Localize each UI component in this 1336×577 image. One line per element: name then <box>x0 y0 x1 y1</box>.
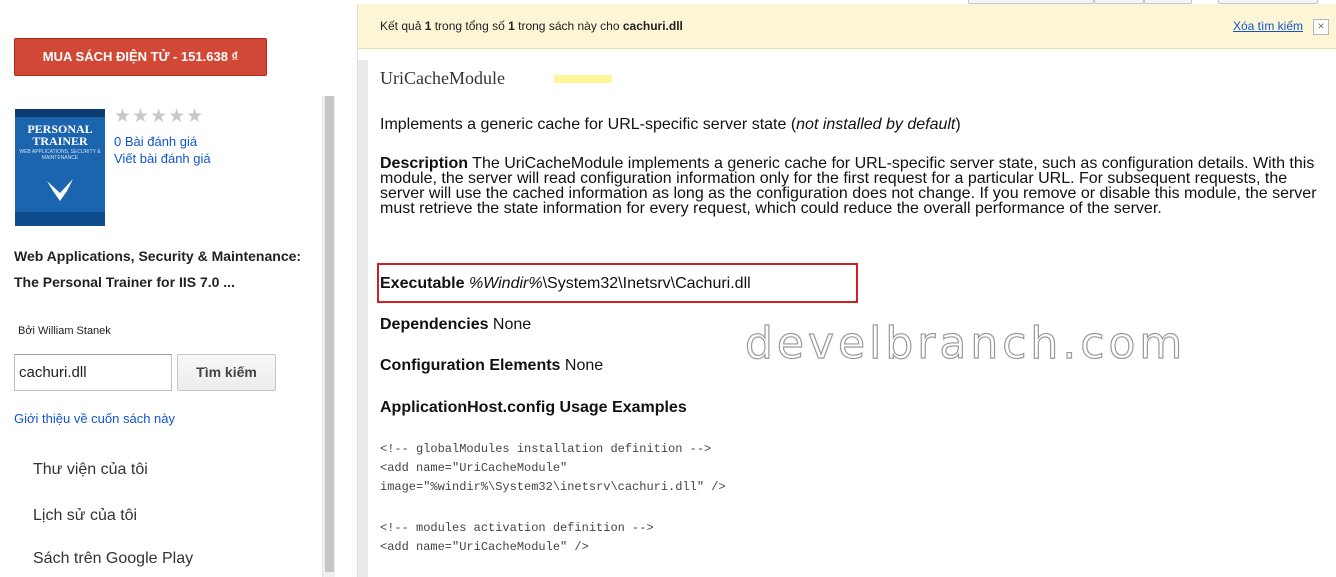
result-suffix: trong sách này cho <box>514 19 623 33</box>
result-summary: Kết quả 1 trong tổng số 1 trong sách này… <box>380 19 683 33</box>
result-prefix: Kết quả <box>380 19 425 33</box>
dependencies-label: Dependencies <box>380 316 489 333</box>
watermark: develbranch.com <box>744 317 1187 369</box>
code-block-activation: <!-- modules activation definition --> <… <box>380 521 654 554</box>
summary-italic: not installed by default <box>796 116 956 133</box>
description-text: The UriCacheModule implements a generic … <box>380 155 1317 217</box>
result-query: cachuri.dll <box>622 19 683 33</box>
search-in-book-input[interactable] <box>14 354 172 391</box>
rating-stars[interactable]: ★★★★★ <box>114 107 204 127</box>
search-button[interactable]: Tìm kiếm <box>177 354 276 391</box>
nav-my-library[interactable]: Thư viện của tôi <box>33 461 148 479</box>
book-page: UriCacheModule Implements a generic cach… <box>368 49 1336 577</box>
config-label: Configuration Elements <box>380 357 561 374</box>
summary-text: Implements a generic cache for URL-speci… <box>380 116 797 133</box>
page-gutter <box>358 60 368 577</box>
usage-heading: ApplicationHost.config Usage Examples <box>380 399 1325 416</box>
search-highlight <box>554 75 612 83</box>
cover-strip <box>15 109 105 117</box>
nav-google-play-books[interactable]: Sách trên Google Play <box>33 550 193 568</box>
config-value: None <box>560 357 604 374</box>
code-block-install: <!-- globalModules installation definiti… <box>380 442 726 494</box>
description-paragraph: Description The UriCacheModule implement… <box>380 155 1325 217</box>
dependencies-value: None <box>488 316 532 333</box>
executable-highlight-box <box>377 263 858 303</box>
bird-icon <box>47 179 73 201</box>
book-author: Bởi William Stanek <box>18 325 111 337</box>
result-middle: trong tổng số <box>431 19 509 33</box>
sidebar-scrollbar[interactable] <box>322 96 335 577</box>
cover-title-line2: TRAINER <box>32 134 88 148</box>
clear-search-link[interactable]: Xóa tìm kiếm <box>1233 19 1303 33</box>
book-cover[interactable]: PERSONAL TRAINER WEB APPLICATIONS, SECUR… <box>15 109 105 226</box>
write-review-link[interactable]: Viết bài đánh giá <box>114 151 211 166</box>
usage-heading-text: ApplicationHost.config Usage Examples <box>380 399 687 416</box>
scrollbar-thumb[interactable] <box>325 96 334 572</box>
close-icon[interactable]: × <box>1313 19 1329 35</box>
search-result-bar: Kết quả 1 trong tổng số 1 trong sách này… <box>358 4 1336 49</box>
module-heading: UriCacheModule <box>380 68 505 88</box>
cover-subtitle: WEB APPLICATIONS, SECURITY & MAINTENANCE <box>19 149 101 161</box>
reviews-link[interactable]: 0 Bài đánh giá <box>114 134 197 149</box>
nav-my-history[interactable]: Lịch sử của tôi <box>33 507 137 525</box>
summary-end: ) <box>955 116 961 133</box>
about-book-link[interactable]: Giới thiệu về cuốn sách này <box>14 411 175 426</box>
book-title: Web Applications, Security & Maintenance… <box>14 248 302 290</box>
cover-footer <box>15 212 105 226</box>
result-total: 1 <box>508 19 515 33</box>
summary-paragraph: Implements a generic cache for URL-speci… <box>380 116 1325 133</box>
buy-ebook-button[interactable]: MUA SÁCH ĐIỆN TỬ - 151.638 ₫ <box>14 38 267 76</box>
cover-title: PERSONAL TRAINER <box>18 123 102 147</box>
